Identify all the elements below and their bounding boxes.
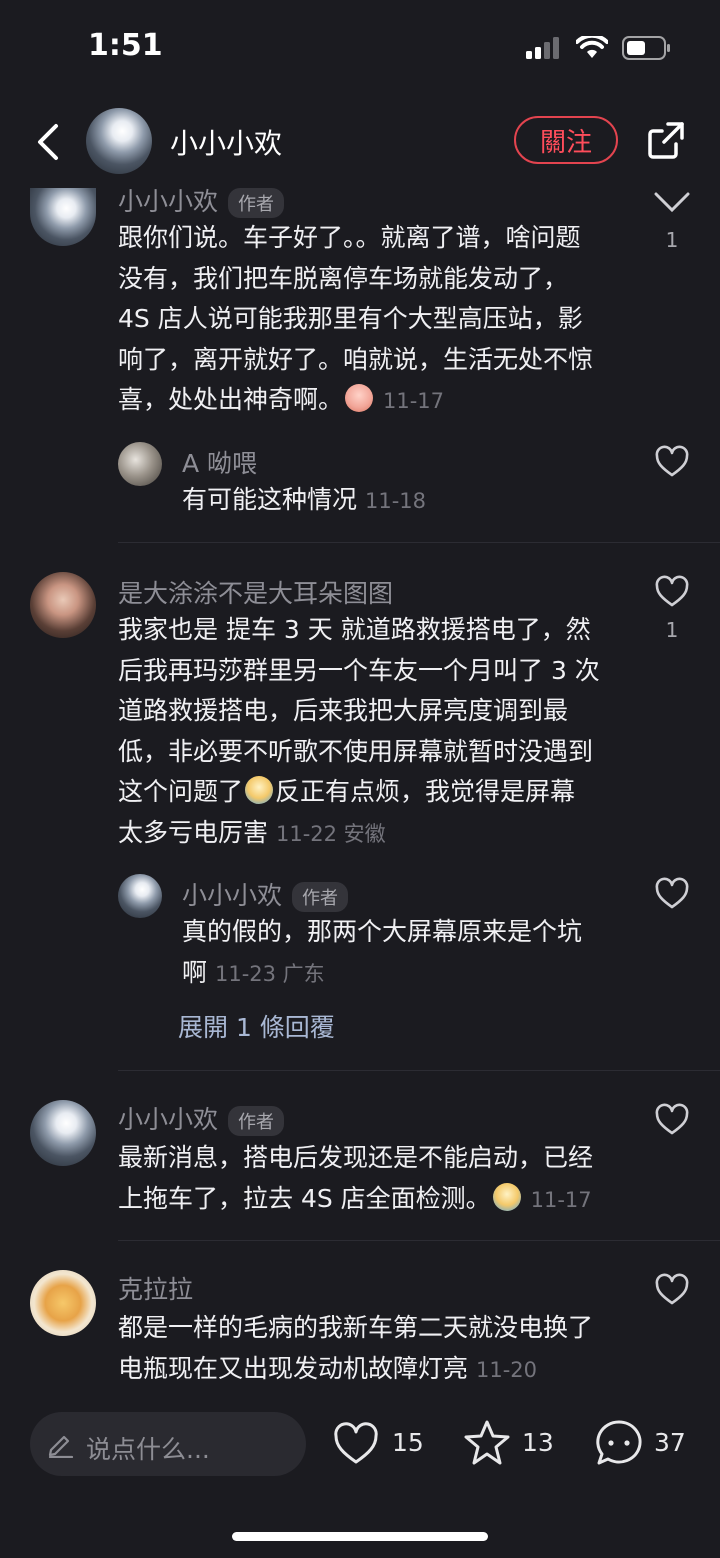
heart-icon[interactable] <box>654 1102 690 1138</box>
back-arrow-icon[interactable] <box>30 118 70 166</box>
author-badge: 作者 <box>228 1106 285 1136</box>
home-indicator <box>232 1532 488 1541</box>
signal-icon <box>526 37 559 59</box>
comment-line: 后我再玛莎群里另一个车友一个月叫了 3 次 <box>118 655 600 685</box>
reply-author-name: A 呦喂 <box>182 449 258 478</box>
comment-author-name: 克拉拉 <box>118 1275 194 1304</box>
comment-avatar[interactable] <box>30 1100 96 1166</box>
comment-date: 11-22 安徽 <box>275 821 386 846</box>
comment-line: 太多亏电厉害 11-22 安徽 <box>118 817 386 847</box>
comment-line: 上拖车了，拉去 4S 店全面检测。 11-17 <box>118 1182 592 1213</box>
reply-avatar[interactable] <box>118 442 162 486</box>
comment-avatar[interactable] <box>30 1270 96 1336</box>
comment-text: 最新消息，搭电后发现还是不能启动，已经 上拖车了，拉去 4S 店全面检测。 11… <box>118 1138 638 1220</box>
comment-text: 都是一样的毛病的我新车第二天就没电换了 电瓶现在又出现发动机故障灯亮 11-20 <box>118 1308 638 1390</box>
comment-line: 电瓶现在又出现发动机故障灯亮 11-20 <box>118 1353 537 1383</box>
comment-author-name: 小小小欢 <box>118 1105 219 1134</box>
heart-icon[interactable] <box>654 190 690 214</box>
status-icons <box>526 36 672 60</box>
comment-author-name: 小小小欢 <box>118 187 219 216</box>
comment-line: 低，非必要不听歌不使用屏幕就暂时没遇到 <box>118 736 594 766</box>
expand-replies-link[interactable]: 展開 1 條回覆 <box>178 1008 335 1044</box>
comment-line: 最新消息，搭电后发现还是不能启动，已经 <box>118 1143 594 1172</box>
comment-line: 我家也是 提车 3 天 就道路救援搭电了，然 <box>118 615 591 644</box>
like-heart-icon[interactable] <box>332 1420 380 1468</box>
comment-line: 4S 店人说可能我那里有个大型高压站，影 <box>118 304 583 333</box>
crying-emoji-icon <box>492 1182 521 1211</box>
divider <box>118 542 720 543</box>
comment-line: 这个问题了 反正有点烦，我觉得是屏幕 <box>118 776 576 806</box>
reply-date: 11-18 <box>364 489 426 513</box>
follow-button[interactable]: 關注 <box>514 116 618 164</box>
heart-icon[interactable] <box>654 574 690 610</box>
comment-text: 跟你们说。车子好了。。就离了谱，啥问题 没有，我们把车脱离停车场就能发动了， 4… <box>118 218 638 422</box>
comment-date: 11-20 <box>475 1357 537 1382</box>
battery-icon <box>622 36 670 60</box>
author-badge: 作者 <box>228 188 285 218</box>
reply-text: 真的假的，那两个大屏幕原来是个坑 啊 11-23 广东 <box>182 912 642 994</box>
like-count: 1 <box>665 228 679 252</box>
heart-icon[interactable] <box>654 876 690 912</box>
heart-icon[interactable] <box>654 1272 690 1308</box>
divider <box>118 1070 720 1071</box>
reply-date: 11-23 广东 <box>214 961 325 986</box>
comment-avatar[interactable] <box>30 572 96 638</box>
comment-line: 都是一样的毛病的我新车第二天就没电换了 <box>118 1313 594 1342</box>
reply-author: 小小小欢 作者 <box>182 876 349 912</box>
wifi-icon <box>576 36 608 58</box>
sobbing-emoji-icon <box>345 384 374 412</box>
pencil-icon <box>48 1435 74 1458</box>
reply-author-name: 小小小欢 <box>182 881 283 910</box>
comment-line: 响了，离开就好了。咱就说，生活无处不惊 <box>118 344 594 374</box>
comment-line: 没有，我们把车脱离停车场就能发动了， <box>118 263 569 293</box>
comment-author: 小小小欢 作者 <box>118 182 285 218</box>
reply-line: 真的假的，那两个大屏幕原来是个坑 <box>182 917 583 946</box>
author-avatar[interactable] <box>86 108 152 174</box>
comment-avatar[interactable] <box>30 188 96 246</box>
divider <box>118 1240 720 1241</box>
author-badge: 作者 <box>292 882 349 912</box>
status-time: 1:51 <box>88 28 163 63</box>
comment-author-name: 是大涂涂不是大耳朵图图 <box>118 579 394 608</box>
star-icon[interactable] <box>462 1418 512 1468</box>
reply-avatar[interactable] <box>118 874 162 918</box>
reply-text: 有可能这种情况 11-18 <box>182 485 426 514</box>
crying-emoji-icon <box>245 776 274 804</box>
heart-icon[interactable] <box>654 444 690 480</box>
comment-author: 小小小欢 作者 <box>118 1100 285 1136</box>
comment-input-placeholder[interactable]: 说点什么... <box>86 1430 210 1466</box>
reply-line: 啊 11-23 广东 <box>182 957 325 987</box>
like-count: 1 <box>665 618 679 642</box>
comment-date: 11-17 <box>530 1187 592 1212</box>
comment-line: 喜，处处出神奇啊。 11-17 <box>118 384 444 414</box>
comment-text: 我家也是 提车 3 天 就道路救援搭电了，然 后我再玛莎群里另一个车友一个月叫了… <box>118 610 638 854</box>
share-icon[interactable] <box>646 120 686 160</box>
like-count: 15 <box>392 1428 424 1457</box>
comment-date: 11-17 <box>382 389 444 413</box>
comment-line: 跟你们说。车子好了。。就离了谱，啥问题 <box>118 223 581 252</box>
comment-bubble-icon[interactable] <box>594 1418 644 1468</box>
comment-count: 37 <box>654 1428 686 1457</box>
author-name[interactable]: 小小小欢 <box>170 122 282 162</box>
comment-line: 道路救援搭电，后来我把大屏亮度调到最 <box>118 696 569 725</box>
favorite-count: 13 <box>522 1428 554 1457</box>
